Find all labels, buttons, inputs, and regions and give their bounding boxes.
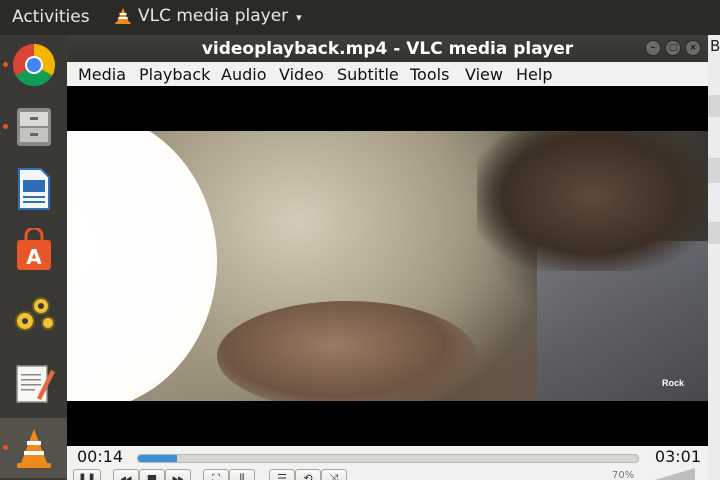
background-window-title: Ba <box>710 37 720 55</box>
vlc-cone-icon <box>17 429 51 468</box>
background-window-panel <box>708 158 720 183</box>
close-button[interactable]: × <box>685 40 701 56</box>
window-titlebar[interactable]: videoplayback.mp4 - VLC media player – □… <box>67 35 708 62</box>
video-scene-face <box>477 131 707 271</box>
gears-icon <box>15 297 55 331</box>
background-window: Ba <box>708 35 720 480</box>
background-window-panel <box>708 95 720 117</box>
fullscreen-button[interactable]: ⛶ <box>203 469 229 480</box>
controls-row: ❚❚ ◂◂ ■ ▸▸ ⛶ ⫼ ☰ ⟲ ⤨ 70% <box>67 468 708 480</box>
play-pause-button[interactable]: ❚❚ <box>73 469 101 480</box>
background-window-panel <box>708 222 720 244</box>
menu-media[interactable]: Media <box>78 65 126 84</box>
volume-label: 70% <box>612 470 635 480</box>
total-time: 03:01 <box>654 447 701 466</box>
seek-slider[interactable] <box>137 454 639 463</box>
seek-progress-fill <box>138 455 177 462</box>
text-editor-icon <box>16 365 55 403</box>
loop-button[interactable]: ⟲ <box>295 469 321 480</box>
running-indicator <box>3 62 8 67</box>
video-scene-lamp <box>67 131 217 401</box>
video-scene-hand <box>217 301 477 401</box>
window-title: videoplayback.mp4 - VLC media player <box>201 39 574 59</box>
video-area[interactable]: Rock <box>67 86 708 446</box>
dock-item-writer[interactable] <box>0 159 67 219</box>
dock-item-text-editor[interactable] <box>0 353 67 413</box>
svg-text:A: A <box>26 245 42 269</box>
video-watermark: Rock <box>662 378 685 388</box>
menu-subtitle[interactable]: Subtitle <box>337 65 399 84</box>
menu-bar: Media Playback Audio Video Subtitle Tool… <box>67 62 708 86</box>
chrome-icon <box>12 43 56 87</box>
minimize-button[interactable]: – <box>645 40 661 56</box>
chevron-down-icon: ▾ <box>296 10 302 24</box>
running-indicator <box>3 445 8 450</box>
file-cabinet-icon <box>17 108 51 146</box>
vlc-window: videoplayback.mp4 - VLC media player – □… <box>67 35 708 480</box>
extended-settings-button[interactable]: ⫼ <box>229 469 255 480</box>
top-bar: Activities VLC media player ▾ <box>0 0 720 35</box>
launcher-dock: A <box>0 35 67 480</box>
menu-help[interactable]: Help <box>516 65 552 84</box>
app-menu-label: VLC media player <box>138 6 289 26</box>
app-menu[interactable]: VLC media player ▾ <box>114 6 302 26</box>
next-button[interactable]: ▸▸ <box>165 469 191 480</box>
maximize-button[interactable]: □ <box>665 40 681 56</box>
playlist-button[interactable]: ☰ <box>269 469 295 480</box>
running-indicator <box>3 124 8 129</box>
menu-view[interactable]: View <box>465 65 503 84</box>
seek-row: 00:14 03:01 <box>67 446 708 468</box>
shuffle-button[interactable]: ⤨ <box>321 469 347 480</box>
volume-slider[interactable] <box>655 468 695 480</box>
menu-playback[interactable]: Playback <box>139 65 210 84</box>
dock-item-settings[interactable] <box>0 283 67 343</box>
vlc-cone-icon <box>115 8 131 24</box>
previous-button[interactable]: ◂◂ <box>113 469 139 480</box>
menu-audio[interactable]: Audio <box>221 65 266 84</box>
document-writer-icon <box>18 168 50 210</box>
menu-tools[interactable]: Tools <box>410 65 449 84</box>
elapsed-time: 00:14 <box>77 447 124 466</box>
activities-button[interactable]: Activities <box>12 7 90 27</box>
dock-item-vlc[interactable] <box>0 418 67 478</box>
menu-video[interactable]: Video <box>279 65 324 84</box>
video-frame: Rock <box>67 131 708 401</box>
dock-item-files[interactable] <box>0 97 67 157</box>
software-center-icon: A <box>17 228 51 270</box>
dock-item-chrome[interactable] <box>0 35 67 95</box>
stop-button[interactable]: ■ <box>139 469 165 480</box>
dock-item-software[interactable]: A <box>0 221 67 281</box>
